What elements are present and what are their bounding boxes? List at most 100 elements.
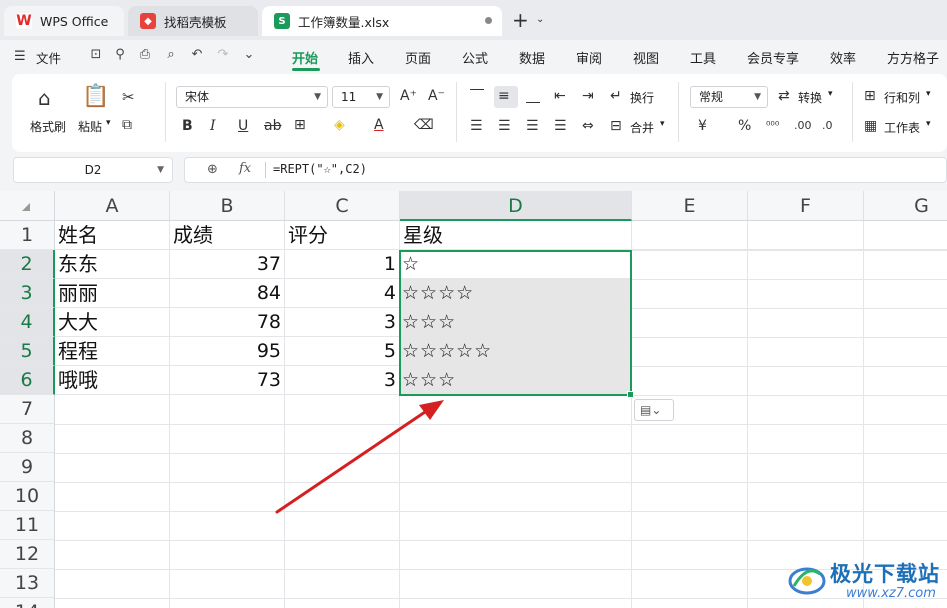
number-format-select[interactable]: 常规 ▼	[690, 86, 768, 108]
decrease-font-icon[interactable]: A⁻	[428, 88, 445, 104]
cell-score[interactable]: 95	[170, 337, 285, 366]
increase-decimal-icon[interactable]: .00	[794, 119, 812, 132]
hamburger-icon[interactable]: ☰	[14, 49, 26, 64]
tab-workbook[interactable]: S 工作簿数量.xlsx	[262, 6, 502, 36]
row-header[interactable]: 14	[0, 598, 55, 608]
new-tab-button[interactable]: +	[512, 10, 529, 30]
print-icon[interactable]: ⎙	[137, 47, 153, 63]
row-header[interactable]: 4	[0, 308, 55, 337]
cell-d1[interactable]: 星级	[400, 221, 632, 250]
row-header[interactable]: 11	[0, 511, 55, 540]
cell-stars[interactable]: ☆	[400, 250, 632, 279]
merge-button[interactable]: 合并	[630, 119, 654, 136]
cell-name[interactable]: 程程	[55, 337, 170, 366]
increase-font-icon[interactable]: A⁺	[400, 88, 417, 104]
distribute-icon[interactable]: ⇔	[582, 118, 594, 134]
formula-input[interactable]: =REPT("☆",C2)	[273, 162, 367, 176]
row-header[interactable]: 7	[0, 395, 55, 424]
tab-template[interactable]: ◆ 找稻壳模板	[128, 6, 258, 36]
cell-name[interactable]: 哦哦	[55, 366, 170, 395]
cell-name[interactable]: 东东	[55, 250, 170, 279]
underline-icon[interactable]: U	[238, 118, 248, 134]
menu-efficiency[interactable]: 效率	[830, 48, 856, 67]
italic-icon[interactable]: I	[210, 118, 216, 134]
row-header[interactable]: 9	[0, 453, 55, 482]
row-header[interactable]: 8	[0, 424, 55, 453]
copy-icon[interactable]: ⧉	[122, 117, 132, 133]
chevron-down-icon[interactable]: ⌄	[536, 14, 544, 25]
format-painter-icon[interactable]: ⌂	[38, 86, 51, 110]
column-header-a[interactable]: A	[55, 191, 170, 221]
cell-a1[interactable]: 姓名	[55, 221, 170, 250]
align-middle-icon[interactable]: ≡	[498, 88, 510, 104]
row-header[interactable]: 6	[0, 366, 55, 395]
convert-button[interactable]: 转换	[798, 89, 822, 106]
row-header[interactable]: 1	[0, 221, 55, 250]
align-left-icon[interactable]: ☰	[470, 118, 483, 134]
align-center-icon[interactable]: ☰	[498, 118, 511, 134]
menu-file[interactable]: 文件	[36, 48, 61, 67]
column-header-c[interactable]: C	[285, 191, 400, 221]
cell-rating[interactable]: 1	[285, 250, 400, 279]
print-preview-icon[interactable]: ⌕	[163, 47, 179, 63]
rows-cols-button[interactable]: 行和列	[884, 89, 920, 106]
row-header[interactable]: 5	[0, 337, 55, 366]
convert-icon[interactable]: ⇄	[778, 88, 790, 104]
fill-handle[interactable]	[627, 391, 634, 398]
wrap-button[interactable]: 换行	[630, 89, 654, 106]
menu-view[interactable]: 视图	[633, 48, 659, 67]
border-icon[interactable]: ⊞	[294, 117, 306, 133]
cell-rating[interactable]: 3	[285, 308, 400, 337]
paste-button[interactable]: 粘贴	[78, 118, 102, 135]
select-all-corner[interactable]	[0, 191, 55, 221]
chevron-down-icon[interactable]: ▾	[828, 89, 833, 99]
font-size-select[interactable]: 11 ▼	[332, 86, 390, 108]
align-top-icon[interactable]: ⎺	[470, 88, 484, 104]
paste-icon[interactable]: 📋	[82, 84, 109, 109]
merge-icon[interactable]: ⊟	[610, 118, 622, 134]
fill-color-icon[interactable]: ◈	[334, 117, 345, 133]
font-color-icon[interactable]: A	[374, 117, 384, 133]
cell-empty[interactable]	[748, 221, 864, 250]
quick-analysis-button[interactable]: ▤⌄	[634, 399, 674, 421]
decrease-decimal-icon[interactable]: .0	[822, 119, 833, 132]
percent-button[interactable]: %	[738, 118, 751, 134]
chevron-down-icon[interactable]: ⌄	[241, 47, 257, 63]
worksheet-button[interactable]: 工作表	[884, 119, 920, 136]
cell-c1[interactable]: 评分	[285, 221, 400, 250]
menu-data[interactable]: 数据	[519, 48, 545, 67]
row-header[interactable]: 10	[0, 482, 55, 511]
rows-cols-icon[interactable]: ⊞	[864, 88, 876, 104]
cell-stars[interactable]: ☆☆☆☆☆	[400, 337, 632, 366]
cell-score[interactable]: 37	[170, 250, 285, 279]
column-header-d[interactable]: D	[400, 191, 632, 221]
worksheet-icon[interactable]: ▦	[864, 118, 877, 134]
font-name-select[interactable]: 宋体 ▼	[176, 86, 328, 108]
share-icon[interactable]: ⚲	[112, 47, 128, 63]
chevron-down-icon[interactable]: ▾	[660, 119, 665, 129]
cell-name[interactable]: 大大	[55, 308, 170, 337]
thousands-icon[interactable]: ⁰⁰⁰	[766, 119, 779, 132]
name-box[interactable]: D2 ▼	[13, 157, 173, 183]
align-right-icon[interactable]: ☰	[526, 118, 539, 134]
currency-button[interactable]: ¥	[698, 118, 707, 134]
align-bottom-icon[interactable]: ⎽	[526, 88, 540, 104]
cell-rating[interactable]: 5	[285, 337, 400, 366]
row-header[interactable]: 13	[0, 569, 55, 598]
eraser-icon[interactable]: ⌫	[414, 117, 434, 133]
menu-review[interactable]: 审阅	[576, 48, 602, 67]
format-painter-button[interactable]: 格式刷	[30, 118, 66, 135]
cell-empty[interactable]	[864, 221, 947, 250]
cloud-icon[interactable]: ⊡	[88, 47, 104, 63]
redo-icon[interactable]: ↷	[215, 47, 231, 63]
cell-rating[interactable]: 4	[285, 279, 400, 308]
justify-icon[interactable]: ☰	[554, 118, 567, 134]
cell-score[interactable]: 78	[170, 308, 285, 337]
cell-empty[interactable]	[632, 221, 748, 250]
chevron-down-icon[interactable]: ▾	[926, 119, 931, 129]
menu-formula[interactable]: 公式	[462, 48, 488, 67]
row-header[interactable]: 2	[0, 250, 55, 279]
menu-fangfang[interactable]: 方方格子	[887, 48, 939, 67]
undo-icon[interactable]: ↶	[189, 47, 205, 63]
cut-icon[interactable]: ✂	[122, 88, 135, 106]
